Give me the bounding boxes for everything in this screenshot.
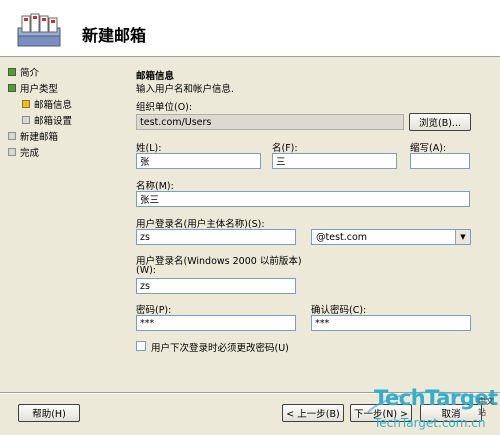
name-field[interactable] xyxy=(136,191,470,207)
org-unit-field[interactable] xyxy=(136,114,404,130)
wizard-steps: 简介 用户类型 邮箱信息 邮箱设置 新建邮箱 完成 xyxy=(0,57,126,387)
step-mailbox-info: 邮箱信息 xyxy=(22,97,72,111)
domain-select[interactable]: @test.com ▼ xyxy=(311,229,471,245)
first-name-field[interactable] xyxy=(272,153,397,169)
first-name-label: 名(F): xyxy=(272,143,298,154)
pre2000-label: 用户登录名(Windows 2000 以前版本) xyxy=(136,256,302,267)
password-field[interactable] xyxy=(136,315,296,331)
step-pending-icon xyxy=(8,132,16,140)
watermark-url: TechTarget.com.cn xyxy=(374,416,486,430)
step-label: 新建邮箱 xyxy=(20,132,59,143)
mailbox-wizard-icon xyxy=(17,13,61,47)
help-button[interactable]: 帮助(H) xyxy=(18,404,80,422)
step-current-icon xyxy=(22,100,30,108)
confirm-password-label: 确认密码(C): xyxy=(311,305,367,316)
step-label: 邮箱设置 xyxy=(34,116,73,127)
last-name-field[interactable] xyxy=(136,153,261,169)
password-label: 密码(P): xyxy=(136,305,172,316)
pre2000-field[interactable] xyxy=(136,278,296,294)
back-button[interactable]: < 上一步(B) xyxy=(282,404,344,422)
domain-select-value: @test.com xyxy=(316,231,368,243)
upn-label: 用户登录名(用户主体名称)(S): xyxy=(136,219,265,230)
watermark-sub: 中文站 xyxy=(478,397,494,417)
initials-label: 缩写(A): xyxy=(410,143,447,154)
step-done-icon xyxy=(8,84,16,92)
step-user-type: 用户类型 xyxy=(8,81,58,95)
step-intro: 简介 xyxy=(8,65,39,79)
org-unit-label: 组织单位(O): xyxy=(136,102,193,113)
step-label: 邮箱信息 xyxy=(34,100,73,111)
step-label: 完成 xyxy=(20,148,40,159)
last-name-label: 姓(L): xyxy=(136,143,162,154)
step-pending-icon xyxy=(22,116,30,124)
step-label: 用户类型 xyxy=(20,84,59,95)
initials-field[interactable] xyxy=(410,153,470,169)
step-pending-icon xyxy=(8,148,16,156)
browse-button[interactable]: 浏览(B)... xyxy=(409,113,471,131)
pre2000-label-key: (W): xyxy=(136,265,157,276)
step-complete: 完成 xyxy=(8,145,39,159)
confirm-password-field[interactable] xyxy=(311,315,471,331)
step-mailbox-settings: 邮箱设置 xyxy=(22,113,72,127)
section-title: 邮箱信息 xyxy=(136,71,175,82)
must-change-password-label: 用户下次登录时必须更改密码(U) xyxy=(151,343,289,354)
step-label: 简介 xyxy=(20,68,40,79)
must-change-password-checkbox[interactable] xyxy=(136,341,146,351)
upn-field[interactable] xyxy=(136,229,296,245)
section-description: 输入用户名和帐户信息. xyxy=(136,84,235,95)
step-done-icon xyxy=(8,68,16,76)
wizard-title: 新建邮箱 xyxy=(82,26,147,45)
step-new-mailbox: 新建邮箱 xyxy=(8,129,58,143)
wizard-header: 新建邮箱 xyxy=(0,0,500,57)
name-label: 名称(M): xyxy=(136,181,174,192)
chevron-down-icon[interactable]: ▼ xyxy=(455,230,470,244)
techtarget-watermark: TechTarget 中文站 TechTarget.com.cn xyxy=(362,382,500,435)
